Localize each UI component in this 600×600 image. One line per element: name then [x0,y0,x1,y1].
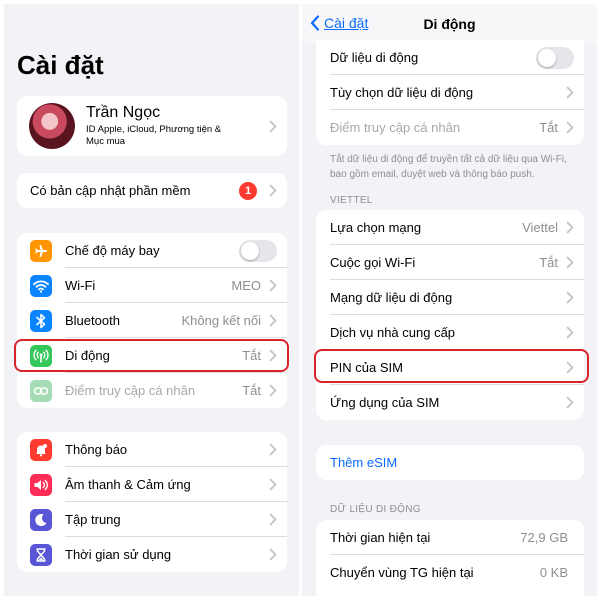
current-period-value: 72,9 GB [520,530,568,545]
chevron-right-icon [566,326,574,339]
airplane-icon [30,239,52,262]
chevron-right-icon [269,120,277,133]
add-esim-card[interactable]: Thêm eSIM [316,445,584,480]
chevron-right-icon [269,279,277,292]
carrier-card: Lựa chọn mạng Viettel Cuộc gọi Wi-Fi Tắt… [316,210,584,420]
software-update-card[interactable]: Có bản cập nhật phần mềm 1 [17,173,287,208]
settings-panel: Cài đặt Trần Ngọc ID Apple, iCloud, Phươ… [4,4,299,596]
wifi-calling-label: Cuộc gọi Wi-Fi [330,255,416,270]
current-period-label: Thời gian hiện tại [330,530,431,545]
chevron-right-icon [566,256,574,269]
current-roaming-value: 0 KB [539,565,568,580]
cellular-data-footnote: Tắt dữ liệu di động để truyền tất cả dữ … [330,154,567,180]
sim-applications-row[interactable]: Ứng dụng của SIM [316,385,584,420]
chevron-right-icon [269,384,277,397]
chevron-right-icon [566,221,574,234]
chevron-right-icon [566,86,574,99]
focus-row[interactable]: Tập trung [17,502,287,537]
carrier-services-row[interactable]: Dịch vụ nhà cung cấp [316,315,584,350]
profile-subtitle: ID Apple, iCloud, Phương tiện & Mục mua [86,124,222,147]
chevron-right-icon [269,548,277,561]
sounds-haptics-label: Âm thanh & Cảm ứng [65,477,191,492]
bluetooth-row[interactable]: Bluetooth Không kết nối [17,303,287,338]
current-roaming-row[interactable]: Chuyển vùng TG hiện tại 0 KB [316,555,584,590]
chevron-right-icon [269,478,277,491]
personal-hotspot-label: Điểm truy cập cá nhân [330,120,461,135]
wifi-calling-value: Tắt [539,255,558,270]
avatar [29,103,75,149]
page-title: Cài đặt [17,50,104,80]
notifications-label: Thông báo [65,442,128,457]
screen-time-label: Thời gian sử dụng [65,547,172,562]
personal-hotspot-row[interactable]: Điểm truy cập cá nhân Tắt [316,110,584,145]
hotspot-icon [30,379,52,402]
current-period-row[interactable]: Thời gian hiện tại 72,9 GB [316,520,584,555]
focus-label: Tập trung [65,512,121,527]
network-settings-card: Chế độ máy bay Wi-Fi MEO Bluetooth Không… [17,233,287,408]
bluetooth-icon [30,309,52,332]
network-selection-value: Viettel [522,220,558,235]
chevron-right-icon [269,184,277,197]
current-roaming-label: Chuyển vùng TG hiện tại [330,565,474,580]
cellular-data-network-label: Mạng dữ liệu di động [330,290,453,305]
cellular-data-options-row[interactable]: Tùy chọn dữ liệu di động [316,75,584,110]
cellular-panel: Cài đặt Di động Dữ liệu di động Tùy chọn… [302,4,597,596]
wifi-calling-row[interactable]: Cuộc gọi Wi-Fi Tắt [316,245,584,280]
chevron-right-icon [566,291,574,304]
personal-hotspot-value: Tắt [242,383,261,398]
wifi-row[interactable]: Wi-Fi MEO [17,268,287,303]
wifi-value: MEO [231,278,261,293]
cellular-data-row[interactable]: Dữ liệu di động [316,40,584,75]
personal-hotspot-label: Điểm truy cập cá nhân [65,383,196,398]
cellular-data-label: Dữ liệu di động [330,50,419,65]
carrier-services-label: Dịch vụ nhà cung cấp [330,325,456,340]
network-selection-row[interactable]: Lựa chọn mạng Viettel [316,210,584,245]
network-selection-label: Lựa chọn mạng [330,220,422,235]
sim-pin-highlight [314,349,589,383]
profile-card[interactable]: Trần Ngọc ID Apple, iCloud, Phương tiện … [17,96,287,156]
update-badge: 1 [239,181,257,200]
cellular-data-options-label: Tùy chọn dữ liệu di động [330,85,474,100]
carrier-section-header: VIETTEL [330,195,373,206]
add-esim-button[interactable]: Thêm eSIM [330,455,397,470]
hourglass-icon [30,543,52,566]
wifi-icon [30,274,52,297]
airplane-mode-toggle[interactable] [239,239,277,262]
chevron-right-icon [269,513,277,526]
screen-time-row[interactable]: Thời gian sử dụng [17,537,287,572]
bluetooth-label: Bluetooth [65,313,120,328]
chevron-right-icon [566,121,574,134]
airplane-mode-label: Chế độ máy bay [65,243,160,258]
personal-hotspot-row[interactable]: Điểm truy cập cá nhân Tắt [17,373,287,408]
data-usage-card: Thời gian hiện tại 72,9 GB Chuyển vùng T… [316,520,584,596]
chevron-right-icon [566,396,574,409]
cellular-data-toggle[interactable] [536,46,574,69]
cellular-data-section-header: DỮ LIỆU DI ĐỘNG [330,504,421,515]
sounds-haptics-row[interactable]: Âm thanh & Cảm ứng [17,467,287,502]
sound-icon [30,473,52,496]
cellular-data-card: Dữ liệu di động Tùy chọn dữ liệu di động… [316,40,584,145]
chevron-right-icon [269,443,277,456]
notification-icon [30,438,52,461]
profile-name: Trần Ngọc [86,104,161,121]
software-update-label: Có bản cập nhật phần mềm [30,183,191,198]
chevron-right-icon [269,314,277,327]
airplane-mode-row[interactable]: Chế độ máy bay [17,233,287,268]
notifications-row[interactable]: Thông báo [17,432,287,467]
bluetooth-value: Không kết nối [181,313,261,328]
sim-applications-label: Ứng dụng của SIM [330,395,440,410]
cellular-highlight [14,339,289,372]
cellular-data-network-row[interactable]: Mạng dữ liệu di động [316,280,584,315]
navigation-bar: Cài đặt Di động [302,4,597,44]
wifi-label: Wi-Fi [65,278,96,293]
general-settings-card: Thông báo Âm thanh & Cảm ứng Tập trung T… [17,432,287,572]
nav-title: Di động [423,16,476,32]
moon-icon [30,508,52,531]
personal-hotspot-value: Tắt [539,120,558,135]
